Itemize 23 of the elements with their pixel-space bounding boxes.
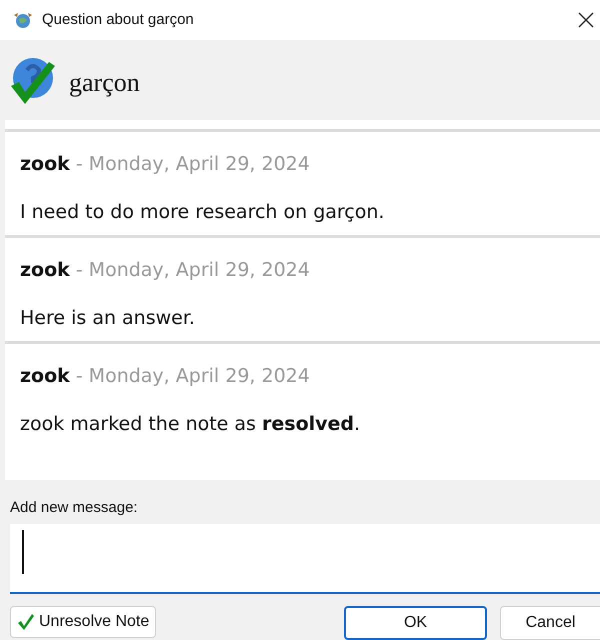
ok-button[interactable]: OK [344,606,487,640]
author-name: zook [20,259,70,281]
unresolve-note-button[interactable]: Unresolve Note [10,606,156,638]
separator-dash: - [76,365,83,387]
checkmark-icon [17,613,35,631]
message-date: Monday, April 29, 2024 [88,365,310,387]
term-heading: garçon [69,66,140,99]
message-text: zook marked the note as resolved. [20,413,360,435]
author-name: zook [20,365,70,387]
close-icon[interactable] [578,12,594,28]
message-input-field[interactable] [10,524,600,594]
message-date: Monday, April 29, 2024 [88,153,310,175]
cancel-button[interactable]: Cancel [500,606,600,640]
text-cursor [22,530,24,574]
field-label: Add new message: [10,498,139,518]
window-title: Question about garçon [42,10,194,30]
separator-dash: - [76,153,83,175]
author-name: zook [20,153,70,175]
app-icon [12,10,34,30]
message-date: Monday, April 29, 2024 [88,259,310,281]
message-text: I need to do more research on garçon. [20,201,384,223]
message-text: Here is an answer. [20,307,195,329]
separator-dash: - [76,259,83,281]
